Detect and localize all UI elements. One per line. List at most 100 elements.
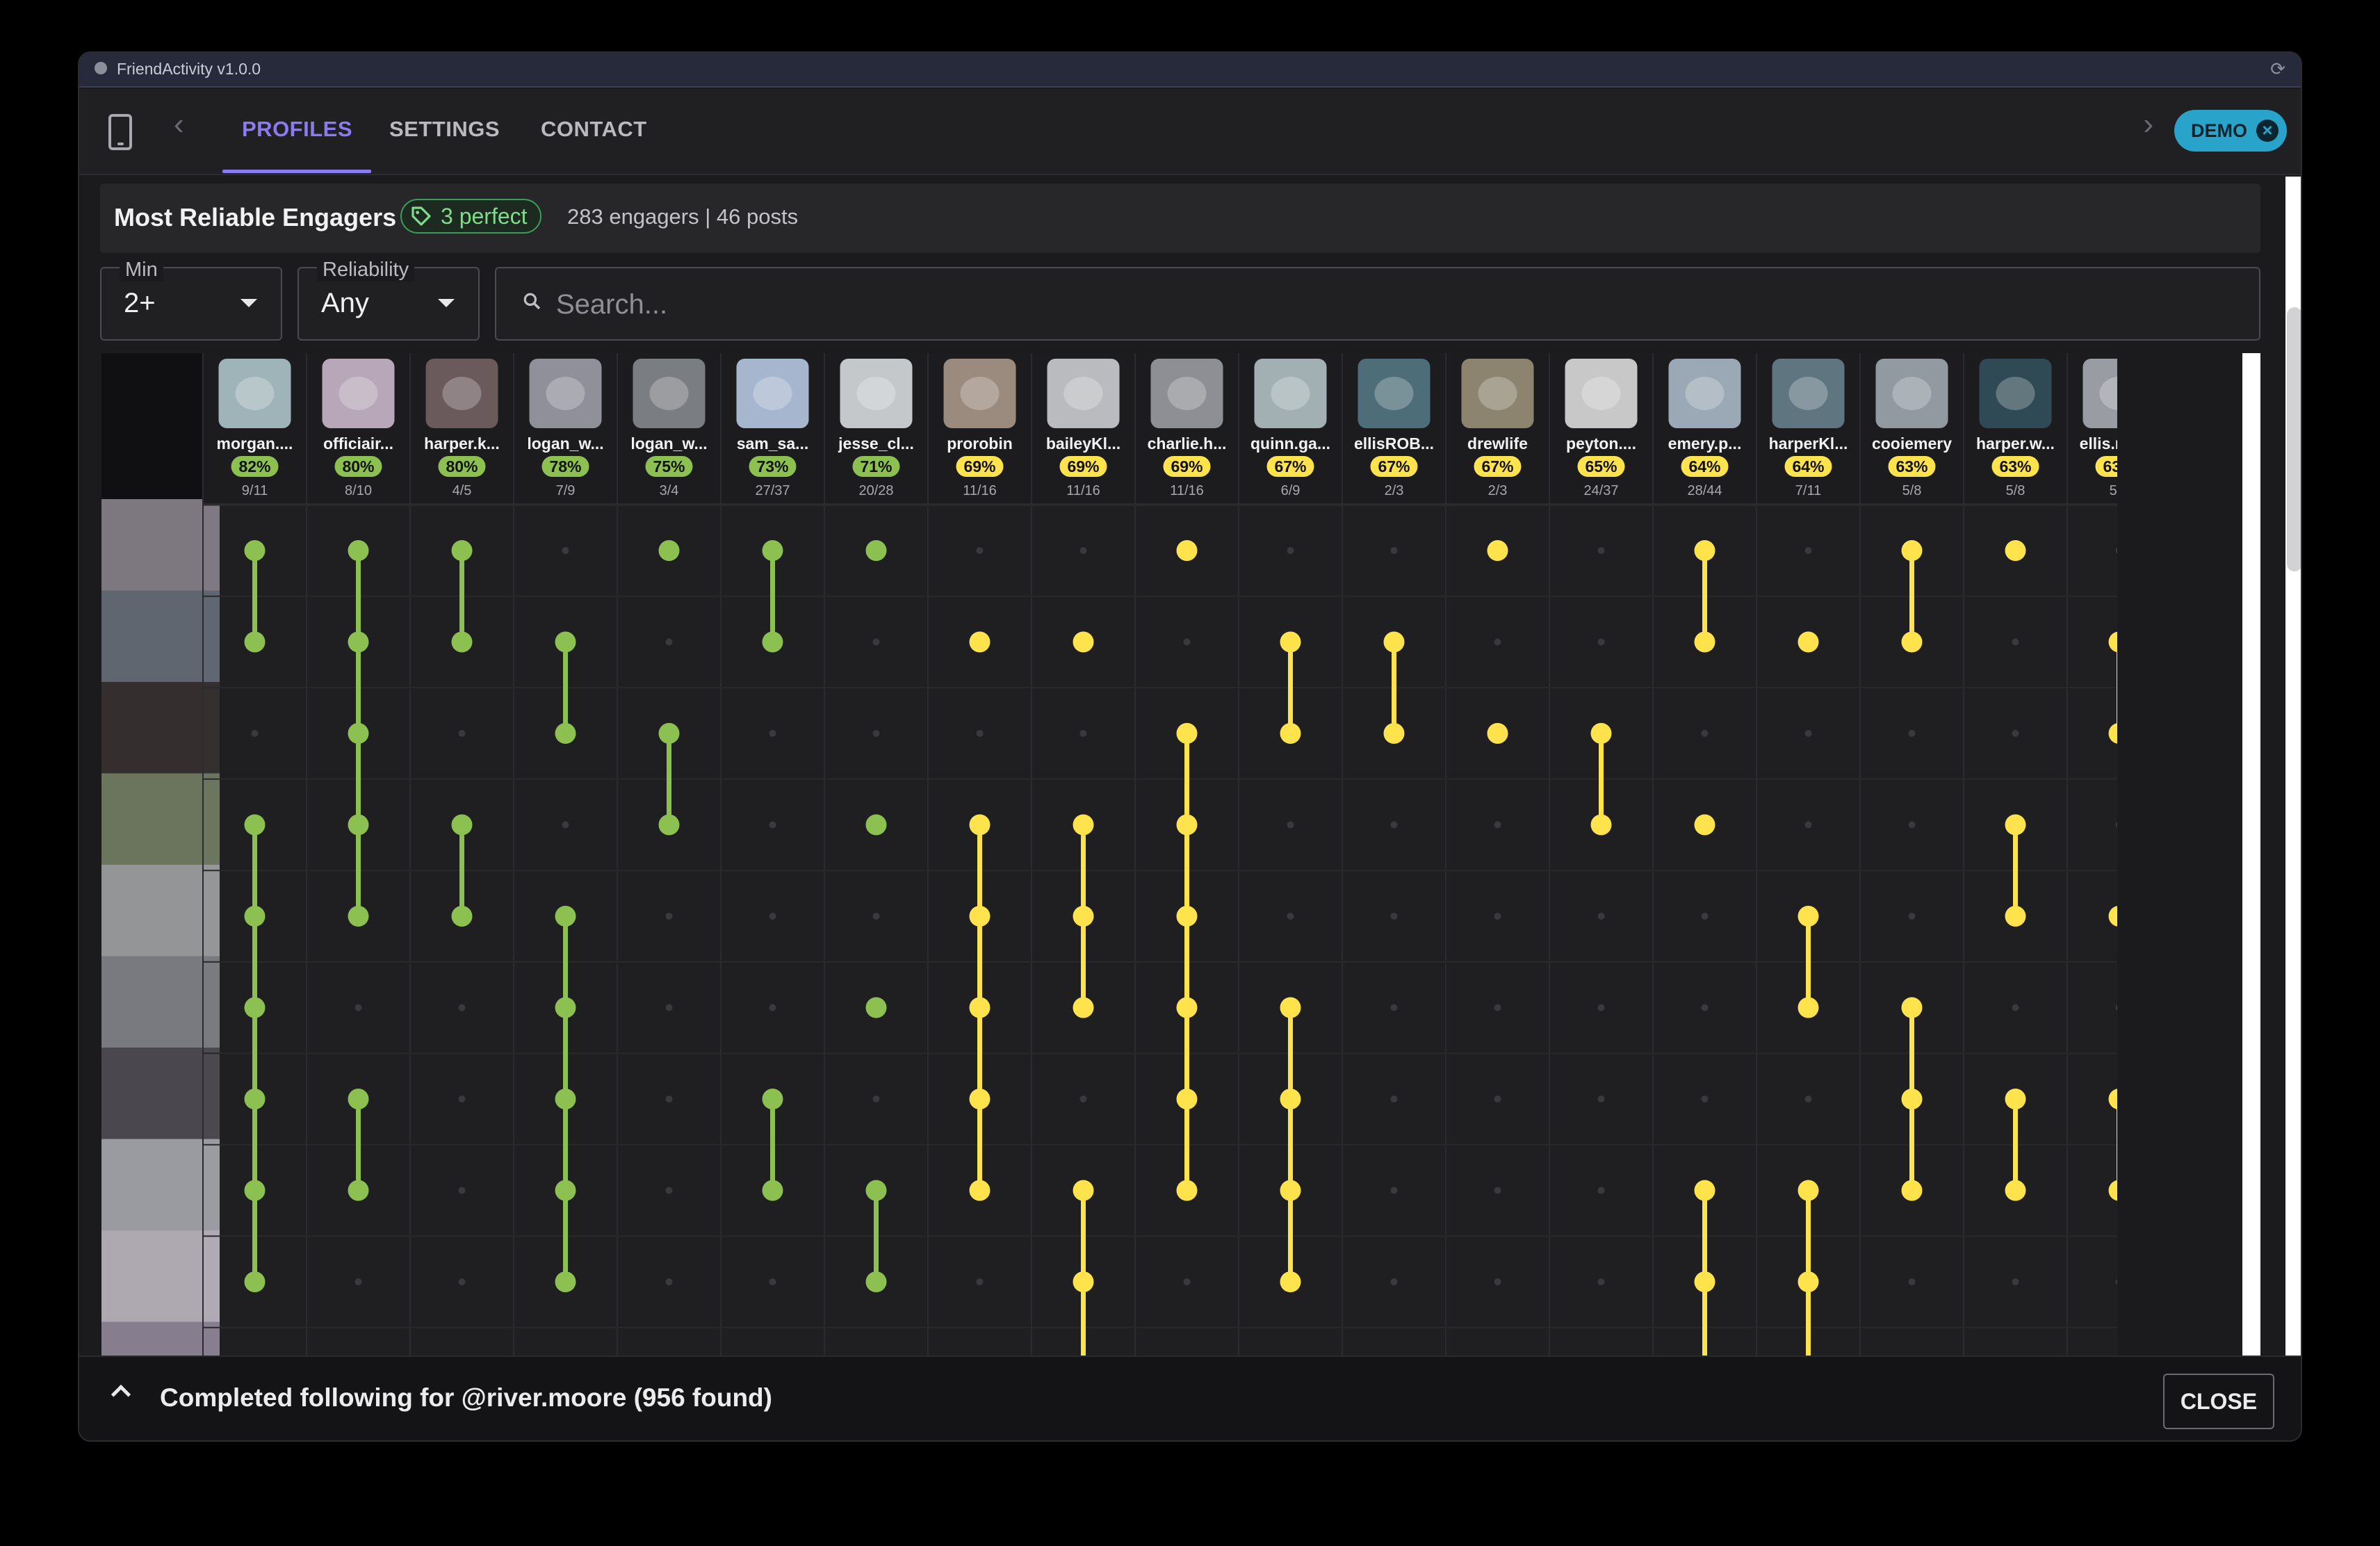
empty-dot bbox=[1701, 913, 1709, 920]
matrix-scrollbar[interactable] bbox=[2242, 353, 2260, 1358]
demo-badge[interactable]: DEMO × bbox=[2174, 110, 2287, 152]
empty-dot bbox=[976, 1278, 984, 1285]
engagement-matrix: morgan.... 82% 9/11 officiair... 80% 8/10 harp… bbox=[101, 353, 2117, 1358]
dropdown-caret-icon bbox=[241, 299, 257, 307]
search-input[interactable]: Search... bbox=[495, 267, 2260, 341]
phone-icon[interactable] bbox=[108, 114, 132, 150]
post-thumbnail bbox=[101, 956, 220, 1048]
empty-dot bbox=[1597, 1278, 1605, 1285]
engagement-dot bbox=[244, 814, 266, 836]
perfect-badge-label: 3 perfect bbox=[441, 204, 528, 229]
scrollbar-thumb[interactable] bbox=[2287, 307, 2301, 571]
engagement-dot bbox=[969, 1089, 991, 1109]
reliability-percent: 82% bbox=[238, 457, 270, 475]
engagement-dot bbox=[762, 631, 783, 653]
engagement-dot bbox=[865, 814, 887, 836]
post-thumbnail bbox=[101, 1230, 220, 1322]
engager-name: officiair... bbox=[323, 434, 393, 453]
engagement-dot bbox=[348, 906, 369, 927]
engagement-dot bbox=[762, 1089, 783, 1109]
engager-name: prorobin bbox=[947, 434, 1013, 453]
engagement-dot bbox=[1901, 540, 1923, 561]
engagement-count: 2/3 bbox=[1385, 483, 1404, 498]
empty-dot bbox=[769, 1004, 776, 1011]
nav-bar: ‹ PROFILES SETTINGS CONTACT › DEMO × bbox=[79, 89, 2301, 175]
chevron-up-icon[interactable] bbox=[111, 1384, 131, 1405]
engagement-dot bbox=[1694, 631, 1715, 653]
engagement-dot bbox=[1280, 1271, 1301, 1292]
tab-profiles[interactable]: PROFILES bbox=[242, 117, 352, 142]
min-select[interactable]: Min 2+ bbox=[100, 259, 282, 341]
engagement-count: 11/16 bbox=[1170, 483, 1204, 498]
engagement-dot bbox=[2005, 540, 2026, 561]
empty-dot bbox=[872, 913, 880, 920]
tag-icon bbox=[411, 206, 431, 226]
engager-name: emery.p... bbox=[1668, 434, 1742, 453]
engagement-dot bbox=[1798, 631, 1819, 653]
post-thumbnail bbox=[101, 773, 220, 865]
engager-name: harperKl... bbox=[1769, 434, 1848, 453]
empty-dot bbox=[1597, 913, 1605, 920]
empty-dot bbox=[1494, 1278, 1501, 1285]
engager-name: logan_w... bbox=[630, 434, 707, 453]
post-thumbnail bbox=[101, 1139, 220, 1230]
avatar-highlight bbox=[649, 377, 689, 410]
chevron-left-icon[interactable]: ‹ bbox=[174, 107, 184, 142]
engagement-dot bbox=[1176, 906, 1198, 927]
engagement-dot bbox=[1901, 1089, 1923, 1109]
avatar-highlight bbox=[1581, 377, 1621, 410]
engagement-dot bbox=[865, 1271, 887, 1292]
empty-dot bbox=[1804, 1096, 1812, 1102]
empty-dot bbox=[354, 1278, 362, 1285]
chevron-right-icon[interactable]: › bbox=[2143, 107, 2153, 142]
empty-dot bbox=[1701, 1096, 1709, 1102]
empty-dot bbox=[1804, 730, 1812, 737]
engagement-dot bbox=[1901, 997, 1923, 1018]
engagement-dot bbox=[969, 997, 991, 1018]
reliability-percent: 69% bbox=[1171, 457, 1203, 475]
active-tab-indicator bbox=[222, 170, 371, 173]
engagement-dot bbox=[2108, 1089, 2117, 1109]
engagement-dot bbox=[865, 997, 887, 1018]
window-dot-icon bbox=[95, 62, 107, 74]
engager-name: harper.w... bbox=[1976, 434, 2055, 453]
empty-dot bbox=[976, 730, 984, 737]
engagement-dot bbox=[2005, 1089, 2026, 1109]
engagement-dot bbox=[1383, 723, 1405, 744]
empty-dot bbox=[251, 730, 259, 737]
avatar-highlight bbox=[442, 377, 482, 410]
engagement-count: 11/16 bbox=[1066, 483, 1100, 498]
avatar-highlight bbox=[1892, 377, 1932, 410]
corner-cell bbox=[101, 353, 202, 499]
close-button[interactable]: CLOSE bbox=[2163, 1374, 2274, 1429]
engagement-dot bbox=[451, 814, 473, 836]
main-content: Most Reliable Engagers 3 perfect 283 eng… bbox=[79, 177, 2301, 1358]
empty-dot bbox=[1597, 638, 1605, 646]
reliability-select-value: Any bbox=[321, 288, 369, 318]
avatar-highlight bbox=[960, 377, 1000, 410]
tab-settings[interactable]: SETTINGS bbox=[389, 117, 500, 142]
empty-dot bbox=[458, 1278, 466, 1285]
status-message: Completed following for @river.moore (95… bbox=[160, 1383, 772, 1412]
empty-dot bbox=[2115, 822, 2117, 828]
tab-contact[interactable]: CONTACT bbox=[541, 117, 647, 142]
post-thumbnail bbox=[101, 1048, 220, 1139]
post-thumbnail bbox=[101, 1321, 220, 1358]
empty-dot bbox=[665, 1096, 673, 1102]
close-circle-icon[interactable]: × bbox=[2256, 120, 2279, 142]
engager-name: jesse_cl... bbox=[838, 434, 914, 453]
engager-name: morgan.... bbox=[217, 434, 293, 453]
engagement-dot bbox=[348, 814, 369, 836]
empty-dot bbox=[1390, 913, 1398, 920]
vertical-scrollbar[interactable] bbox=[2285, 177, 2301, 1358]
engagement-dot bbox=[555, 997, 576, 1018]
avatar-highlight bbox=[856, 377, 896, 410]
avatar-highlight bbox=[1374, 377, 1414, 410]
engagement-dot bbox=[244, 540, 266, 561]
reliability-percent: 75% bbox=[653, 457, 685, 475]
reliability-select[interactable]: Reliability Any bbox=[298, 259, 480, 341]
engagement-dot bbox=[762, 1180, 783, 1201]
empty-dot bbox=[665, 638, 673, 646]
engagement-dot bbox=[1590, 814, 1612, 836]
refresh-icon[interactable]: ⟳ bbox=[2270, 58, 2285, 80]
